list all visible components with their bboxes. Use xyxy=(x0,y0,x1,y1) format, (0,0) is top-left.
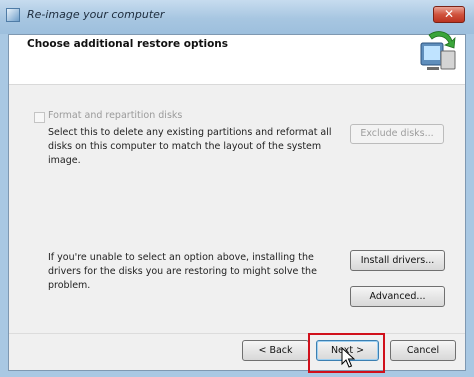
footer-divider xyxy=(9,333,465,334)
dialog-body: Choose additional restore options Format… xyxy=(8,31,466,373)
format-repartition-checkbox[interactable] xyxy=(34,112,45,123)
close-button[interactable]: ✕ xyxy=(433,6,465,23)
back-button[interactable]: < Back xyxy=(242,340,309,361)
exclude-disks-button[interactable]: Exclude disks... xyxy=(350,124,444,144)
page-title: Choose additional restore options xyxy=(27,38,229,50)
mouse-pointer-icon xyxy=(341,347,355,368)
cancel-button[interactable]: Cancel xyxy=(390,340,456,361)
advanced-button[interactable]: Advanced... xyxy=(350,286,445,307)
format-repartition-description: Select this to delete any existing parti… xyxy=(48,127,332,166)
format-repartition-label: Format and repartition disks xyxy=(48,110,183,121)
window-app-icon xyxy=(6,8,20,22)
install-drivers-description: If you're unable to select an option abo… xyxy=(48,252,317,291)
dialog-header: Choose additional restore options xyxy=(9,31,465,85)
title-bar: Re-image your computer ✕ xyxy=(0,0,474,34)
window-title: Re-image your computer xyxy=(27,8,165,21)
system-restore-icon xyxy=(420,31,456,70)
install-drivers-button[interactable]: Install drivers... xyxy=(350,250,445,271)
